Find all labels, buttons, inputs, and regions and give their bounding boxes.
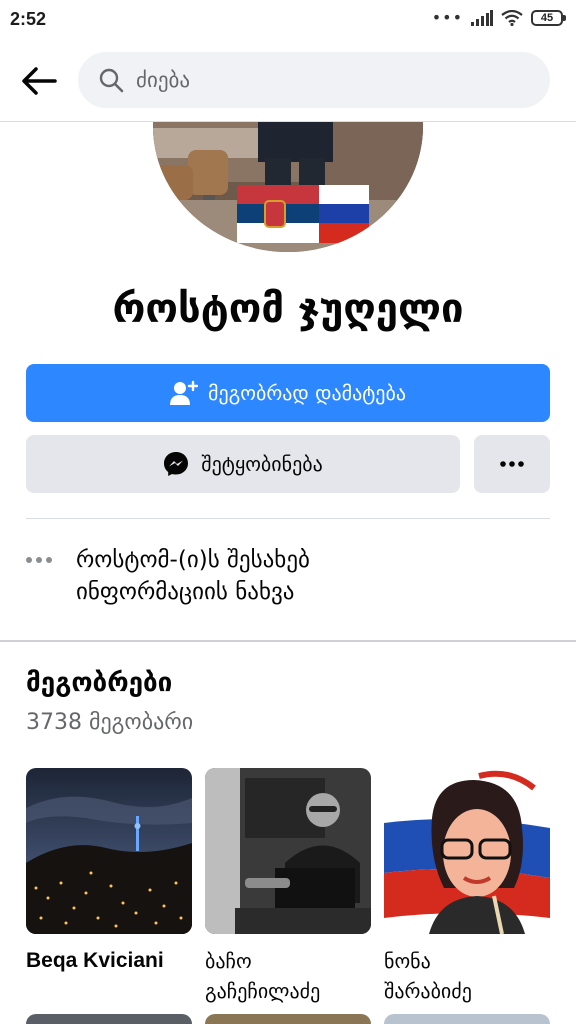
- friend-card[interactable]: Beqa Kviciani: [26, 768, 192, 976]
- friend-name[interactable]: ბაჩო გაჩეჩილაძე: [205, 946, 371, 1006]
- friend-name-line-1: Beqa Kviciani: [26, 949, 164, 972]
- friend-name-line-1: ნონა: [384, 949, 431, 973]
- friend-name-line-2: შარაბიძე: [384, 979, 472, 1003]
- friend-name[interactable]: ნონა შარაბიძე: [384, 946, 550, 1006]
- friend-photo[interactable]: [384, 768, 550, 934]
- friend-photo-next-row[interactable]: [26, 1014, 192, 1024]
- add-friend-icon: [170, 380, 199, 405]
- section-divider: [0, 640, 576, 642]
- status-time: 2:52: [10, 9, 47, 29]
- messenger-icon: [164, 452, 189, 476]
- friends-title: მეგობრები: [26, 668, 173, 698]
- friend-name-line-2: გაჩეჩილაძე: [205, 979, 321, 1003]
- notification-dots-icon: •••: [431, 8, 463, 27]
- more-dots-icon: [500, 461, 524, 467]
- friend-photo[interactable]: [26, 768, 192, 934]
- wifi-icon: [501, 10, 523, 26]
- back-button[interactable]: [18, 60, 60, 102]
- top-bar: ძიება: [0, 40, 576, 122]
- about-text: როსტომ-(ი)ს შესახებ ინფორმაციის ნახვა: [76, 544, 536, 608]
- status-icons: ••• 45: [432, 10, 566, 26]
- status-bar: 2:52 ••• 45: [0, 0, 576, 40]
- friend-photo[interactable]: [205, 768, 371, 934]
- battery-level: 45: [540, 12, 554, 24]
- about-dots-icon: [26, 550, 58, 570]
- search-placeholder: ძიება: [136, 68, 191, 92]
- more-options-button[interactable]: [474, 435, 550, 493]
- search-icon: [96, 65, 126, 95]
- friend-name[interactable]: Beqa Kviciani: [26, 946, 192, 976]
- friend-photo-next-row[interactable]: [384, 1014, 550, 1024]
- profile-name: როსტომ ჯუღელი: [112, 286, 464, 332]
- add-friend-button[interactable]: მეგობრად დამატება: [26, 364, 550, 422]
- friend-card[interactable]: ბაჩო გაჩეჩილაძე: [205, 768, 371, 1006]
- friends-count[interactable]: 3738 მეგობარი: [26, 710, 193, 735]
- friend-photo-next-row[interactable]: [205, 1014, 371, 1024]
- friend-name-line-1: ბაჩო: [205, 949, 252, 973]
- signal-icon: [471, 10, 493, 26]
- add-friend-label: მეგობრად დამატება: [208, 381, 406, 405]
- friend-card[interactable]: ნონა შარაბიძე: [384, 768, 550, 1006]
- about-line-2: ინფორმაციის ნახვა: [76, 579, 295, 605]
- divider: [26, 518, 550, 519]
- about-line-1: როსტომ-(ი)ს შესახებ: [76, 547, 310, 573]
- message-button[interactable]: შეტყობინება: [26, 435, 460, 493]
- back-arrow-icon: [22, 67, 57, 95]
- message-label: შეტყობინება: [201, 452, 323, 476]
- battery-icon: 45: [531, 10, 566, 26]
- search-input[interactable]: ძიება: [78, 52, 550, 108]
- about-info-link[interactable]: როსტომ-(ი)ს შესახებ ინფორმაციის ნახვა: [26, 544, 550, 614]
